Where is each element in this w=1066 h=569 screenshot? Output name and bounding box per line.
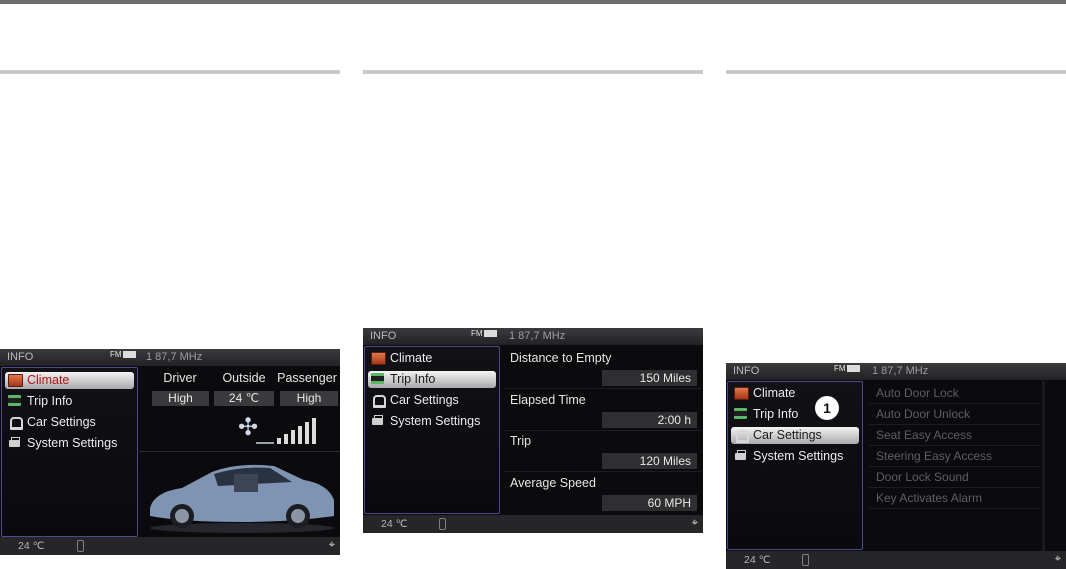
footer-temperature: 24 ℃ (18, 540, 45, 552)
driver-heading: Driver (163, 371, 197, 385)
phone-icon (802, 554, 809, 566)
footer-temperature: 24 ℃ (381, 518, 408, 530)
menu-item-trip-info[interactable]: Trip Info (2, 391, 137, 412)
info-label: INFO (733, 365, 760, 377)
climate-icon (371, 352, 386, 365)
climate-icon (734, 387, 749, 400)
radio-frequency: 1 87,7 MHz (146, 351, 203, 363)
settings-scrollbar-track[interactable] (1042, 381, 1045, 551)
menu-item-car-settings[interactable]: Car Settings (728, 425, 862, 446)
car-settings-screen: INFO FM 1 87,7 MHz Climate Trip Info Car… (726, 363, 1066, 569)
setting-item[interactable]: Auto Door Lock (869, 383, 1041, 404)
outside-temp-value: 24 ℃ (214, 391, 274, 406)
menu-item-car-settings[interactable]: Car Settings (365, 390, 499, 411)
setting-item[interactable]: Key Activates Alarm (869, 488, 1041, 509)
menu-item-car-settings[interactable]: Car Settings (2, 412, 137, 433)
status-footer: 24 ℃ ⌖ (726, 551, 1066, 569)
main-menu: Climate Trip Info Car Settings System Se… (1, 367, 138, 537)
climate-icon (8, 374, 23, 387)
car-image (150, 464, 334, 533)
fm-badge: FM (834, 364, 860, 373)
fm-badge: FM (471, 329, 497, 338)
phone-icon (439, 518, 446, 530)
fan-level-bars (256, 418, 316, 444)
setting-item[interactable]: Seat Easy Access (869, 425, 1041, 446)
phone-icon (77, 540, 84, 552)
footer-temperature: 24 ℃ (744, 554, 771, 566)
system-settings-icon (371, 415, 384, 426)
menu-item-climate[interactable]: Climate (2, 370, 137, 391)
fm-badge: FM (110, 350, 136, 359)
location-icon[interactable]: ⌖ (1055, 553, 1061, 566)
status-header: INFO FM 1 87,7 MHz (363, 328, 703, 345)
main-menu: Climate Trip Info Car Settings System Se… (727, 381, 863, 550)
climate-screen: INFO FM 1 87,7 MHz Climate Trip Info Car… (0, 349, 340, 555)
section-rule-1 (0, 70, 340, 74)
car-settings-icon (371, 394, 386, 408)
menu-item-climate[interactable]: Climate (728, 383, 862, 404)
trip-row-trip: Trip 120 Miles (504, 429, 701, 472)
setting-item[interactable]: Door Lock Sound (869, 467, 1041, 488)
info-label: INFO (370, 330, 397, 342)
trip-row-distance: Distance to Empty 150 Miles (504, 346, 701, 389)
status-footer: 24 ℃ ⌖ (363, 515, 703, 533)
climate-divider (139, 451, 340, 452)
trip-info-icon (734, 408, 747, 419)
driver-temp-value[interactable]: High (152, 391, 209, 406)
status-footer: 24 ℃ ⌖ (0, 537, 340, 555)
status-header: INFO FM 1 87,7 MHz (0, 349, 340, 366)
passenger-temp-value[interactable]: High (280, 391, 338, 406)
outside-heading: Outside (222, 371, 266, 385)
radio-frequency: 1 87,7 MHz (872, 365, 929, 377)
system-settings-icon (734, 450, 747, 461)
system-settings-icon (8, 437, 21, 448)
setting-item[interactable]: Auto Door Unlock (869, 404, 1041, 425)
radio-frequency: 1 87,7 MHz (509, 330, 566, 342)
menu-item-system-settings[interactable]: System Settings (2, 433, 137, 454)
menu-item-trip-info[interactable]: Trip Info (365, 369, 499, 390)
setting-item[interactable]: Steering Easy Access (869, 446, 1041, 467)
trip-row-elapsed: Elapsed Time 2:00 h (504, 388, 701, 431)
menu-item-system-settings[interactable]: System Settings (728, 446, 862, 467)
trip-row-average-speed: Average Speed 60 MPH (504, 471, 701, 513)
menu-item-climate[interactable]: Climate (365, 348, 499, 369)
passenger-heading: Passenger (277, 371, 337, 385)
top-rule (0, 0, 1066, 4)
menu-item-system-settings[interactable]: System Settings (365, 411, 499, 432)
car-settings-icon (734, 429, 749, 443)
info-label: INFO (7, 351, 34, 363)
main-menu: Climate Trip Info Car Settings System Se… (364, 346, 500, 514)
location-icon[interactable]: ⌖ (329, 539, 335, 552)
trip-info-icon (371, 373, 384, 384)
car-settings-icon (8, 416, 23, 430)
section-rule-2 (363, 70, 703, 74)
trip-info-screen: INFO FM 1 87,7 MHz Climate Trip Info Car… (363, 328, 703, 533)
location-icon[interactable]: ⌖ (692, 517, 698, 530)
status-header: INFO FM 1 87,7 MHz (726, 363, 1066, 380)
trip-info-icon (8, 395, 21, 406)
callout-marker: 1 (815, 396, 839, 420)
menu-item-trip-info[interactable]: Trip Info (728, 404, 862, 425)
section-rule-3 (726, 70, 1066, 74)
